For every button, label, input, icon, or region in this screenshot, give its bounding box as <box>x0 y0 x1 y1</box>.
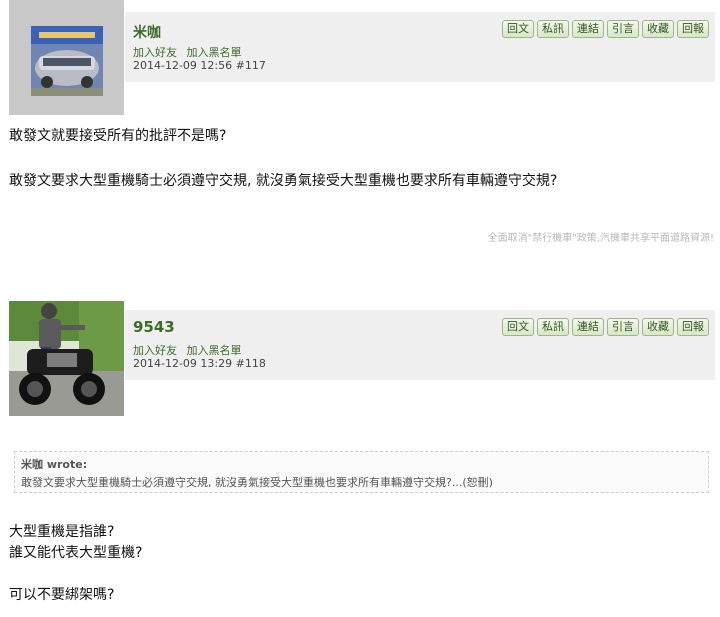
post-meta: 2014-12-09 13:29 #118 <box>133 357 266 370</box>
quote-author: 米咖 wrote: <box>21 458 88 471</box>
timestamp: 2014-12-09 13:29 <box>133 357 233 370</box>
friend-links: 加入好友 加入黑名單 <box>133 342 248 358</box>
post-body-line: 敢發文要求大型重機騎士必須遵守交規, 就沒勇氣接受大型重機也要求所有車輛遵守交規… <box>9 173 558 189</box>
friend-links: 加入好友 加入黑名單 <box>133 44 248 60</box>
link-button[interactable]: 連結 <box>572 20 604 38</box>
report-button[interactable]: 回報 <box>677 318 709 336</box>
post-meta: 2014-12-09 12:56 #117 <box>133 59 266 72</box>
reply-button[interactable]: 回文 <box>502 318 534 336</box>
timestamp: 2014-12-09 12:56 <box>133 59 233 72</box>
post-number[interactable]: #117 <box>236 59 266 72</box>
quote-button[interactable]: 引言 <box>607 20 639 38</box>
avatar[interactable] <box>9 0 124 115</box>
add-friend-link[interactable]: 加入好友 <box>133 46 177 59</box>
post-body-line: 敢發文就要接受所有的批評不是嗎? <box>9 128 227 144</box>
report-button[interactable]: 回報 <box>677 20 709 38</box>
quote-button[interactable]: 引言 <box>607 318 639 336</box>
post-header: 9543 加入好友 加入黑名單 2014-12-09 13:29 #118 回文… <box>125 310 715 380</box>
add-blacklist-link[interactable]: 加入黑名單 <box>187 344 242 357</box>
favorite-button[interactable]: 收藏 <box>642 20 674 38</box>
post-body-line: 可以不要綁架嗎? <box>9 587 115 603</box>
post-number[interactable]: #118 <box>236 357 266 370</box>
reply-button[interactable]: 回文 <box>502 20 534 38</box>
quote-text: 敢發文要求大型重機騎士必須遵守交規, 就沒勇氣接受大型重機也要求所有車輛遵守交規… <box>21 476 493 489</box>
signature: 全面取消"禁行機車"政策,汽機車共享平面道路資源! <box>487 233 714 244</box>
private-message-button[interactable]: 私訊 <box>537 318 569 336</box>
action-buttons: 回文 私訊 連結 引言 收藏 回報 <box>502 20 709 38</box>
car-photo-icon <box>9 0 124 115</box>
add-blacklist-link[interactable]: 加入黑名單 <box>187 46 242 59</box>
motorcycle-rider-photo-icon <box>9 301 124 416</box>
post-body-line: 大型重機是指誰? <box>9 524 115 540</box>
private-message-button[interactable]: 私訊 <box>537 20 569 38</box>
username[interactable]: 9543 <box>133 318 175 336</box>
post-body-line: 誰又能代表大型重機? <box>9 545 143 561</box>
add-friend-link[interactable]: 加入好友 <box>133 344 177 357</box>
action-buttons: 回文 私訊 連結 引言 收藏 回報 <box>502 318 709 336</box>
link-button[interactable]: 連結 <box>572 318 604 336</box>
quote-block: 米咖 wrote: 敢發文要求大型重機騎士必須遵守交規, 就沒勇氣接受大型重機也… <box>14 451 709 493</box>
favorite-button[interactable]: 收藏 <box>642 318 674 336</box>
post-header: 米咖 加入好友 加入黑名單 2014-12-09 12:56 #117 回文 私… <box>125 12 715 82</box>
username[interactable]: 米咖 <box>133 22 161 42</box>
avatar[interactable] <box>9 301 124 416</box>
